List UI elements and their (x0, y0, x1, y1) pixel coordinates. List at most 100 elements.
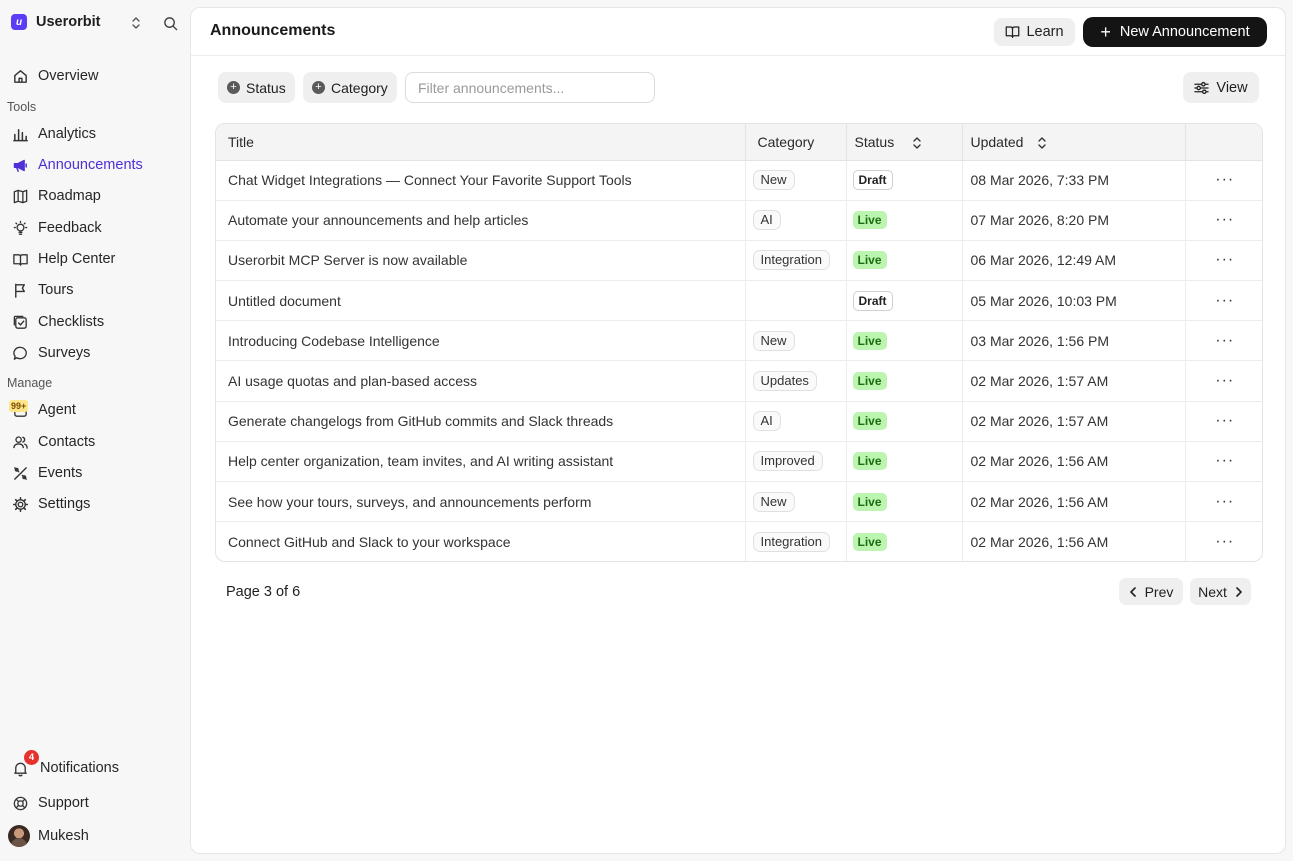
column-header-label: Updated (970, 133, 1024, 150)
row-actions-button[interactable]: ··· (1185, 160, 1262, 201)
title-cell[interactable]: Chat Widget Integrations — Connect Your … (216, 160, 746, 201)
table-row[interactable]: Chat Widget Integrations — Connect Your … (216, 160, 1262, 201)
column-header-status[interactable]: Status (846, 124, 963, 161)
table-row[interactable]: Help center organization, team invites, … (216, 441, 1262, 483)
title-cell[interactable]: Connect GitHub and Slack to your workspa… (216, 521, 746, 561)
lightbulb-icon (11, 219, 29, 237)
sidebar-item-label: Analytics (38, 126, 97, 142)
flag-icon (11, 281, 29, 299)
workspace-name: Userorbit (36, 14, 101, 30)
column-header-title[interactable]: Title (216, 124, 746, 161)
category-cell: New (745, 481, 847, 523)
sidebar-item-overview[interactable]: Overview (11, 64, 183, 88)
title-cell[interactable]: See how your tours, surveys, and announc… (216, 481, 746, 523)
chevron-up-down-icon[interactable] (129, 14, 143, 32)
status-badge: Draft (852, 290, 893, 311)
category-cell: AI (745, 401, 847, 442)
user-menu[interactable]: Mukesh (8, 824, 180, 848)
plus-icon: + (1100, 22, 1111, 42)
sidebar-item-analytics[interactable]: Analytics (11, 122, 183, 146)
sidebar-item-support[interactable]: Support (11, 791, 183, 815)
title-cell[interactable]: Introducing Codebase Intelligence (216, 320, 746, 362)
row-actions-button[interactable]: ··· (1185, 401, 1262, 442)
sidebar-item-help-center[interactable]: Help Center (11, 247, 183, 271)
sliders-icon (1194, 81, 1210, 94)
title-cell[interactable]: Untitled document (216, 280, 746, 322)
megaphone-icon (11, 156, 29, 174)
title-cell[interactable]: Userorbit MCP Server is now available (216, 240, 746, 282)
title-cell[interactable]: Help center organization, team invites, … (216, 441, 746, 483)
row-actions-button[interactable]: ··· (1185, 360, 1262, 402)
table-row[interactable]: AI usage quotas and plan-based access Up… (216, 360, 1262, 402)
row-actions-button[interactable]: ··· (1185, 280, 1262, 322)
new-announcement-label: New Announcement (1119, 24, 1250, 40)
status-cell: Draft (846, 160, 963, 201)
sidebar-item-notifications[interactable]: 4 Notifications (11, 750, 183, 780)
column-header-category[interactable]: Category (745, 124, 847, 161)
bell-icon: 4 (11, 750, 39, 777)
sidebar-item-agent[interactable]: 99+ Agent (9, 398, 183, 422)
sidebar-item-contacts[interactable]: Contacts (11, 430, 183, 454)
row-actions-button[interactable]: ··· (1185, 320, 1262, 362)
category-filter-label: Category (331, 79, 388, 96)
sidebar-item-label: Surveys (38, 345, 91, 361)
column-header-updated[interactable]: Updated (962, 124, 1186, 161)
sidebar-item-label: Feedback (38, 220, 102, 236)
gear-icon (11, 495, 29, 513)
chevron-right-icon (1236, 586, 1242, 597)
sidebar-item-settings[interactable]: Settings (11, 492, 183, 516)
table-row[interactable]: Automate your announcements and help art… (216, 200, 1262, 241)
table-row[interactable]: Generate changelogs from GitHub commits … (216, 401, 1262, 442)
title-cell[interactable]: Automate your announcements and help art… (216, 200, 746, 241)
category-badge: New (752, 170, 795, 191)
table-row[interactable]: Untitled document Draft 05 Mar 2026, 10:… (216, 280, 1262, 322)
new-announcement-button[interactable]: + New Announcement (1083, 17, 1267, 47)
title-cell[interactable]: Generate changelogs from GitHub commits … (216, 401, 746, 442)
sidebar-item-label: Checklists (38, 314, 105, 330)
status-filter-button[interactable]: + Status (218, 72, 295, 103)
category-badge: New (752, 330, 795, 351)
row-actions-button[interactable]: ··· (1185, 200, 1262, 241)
learn-button[interactable]: Learn (994, 18, 1075, 46)
sidebar-item-tours[interactable]: Tours (11, 278, 183, 302)
sidebar: u Userorbit Overview Tools Analytics Ann… (0, 0, 190, 861)
filter-announcements-input[interactable] (405, 72, 655, 103)
table-row[interactable]: See how your tours, surveys, and announc… (216, 481, 1262, 523)
sidebar-item-announcements[interactable]: Announcements (11, 153, 183, 177)
category-cell: Improved (745, 441, 847, 483)
sidebar-item-label: Announcements (38, 157, 143, 173)
prev-page-button[interactable]: Prev (1119, 578, 1183, 605)
category-badge: Updates (752, 371, 817, 392)
sort-icon[interactable] (1037, 136, 1047, 150)
table-row[interactable]: Userorbit MCP Server is now available In… (216, 240, 1262, 282)
page-header: Announcements Learn + New Announcement (191, 8, 1285, 56)
status-cell: Live (846, 240, 963, 282)
workspace-switcher[interactable]: u Userorbit (11, 14, 179, 30)
table-row[interactable]: Introducing Codebase Intelligence New Li… (216, 320, 1262, 362)
status-badge: Live (852, 492, 887, 511)
sidebar-item-surveys[interactable]: Surveys (11, 341, 183, 365)
updated-cell: 07 Mar 2026, 8:20 PM (962, 200, 1186, 241)
sidebar-item-label: Settings (38, 496, 91, 512)
category-filter-button[interactable]: + Category (303, 72, 397, 103)
search-icon[interactable] (161, 14, 179, 32)
sort-icon[interactable] (912, 136, 922, 150)
view-options-button[interactable]: View (1183, 72, 1259, 103)
row-actions-button[interactable]: ··· (1185, 522, 1262, 561)
row-actions-button[interactable]: ··· (1185, 240, 1262, 282)
title-cell[interactable]: AI usage quotas and plan-based access (216, 360, 746, 402)
updated-cell: 02 Mar 2026, 1:56 AM (962, 481, 1186, 523)
sidebar-item-events[interactable]: Events (11, 461, 183, 485)
table-row[interactable]: Connect GitHub and Slack to your workspa… (216, 521, 1262, 561)
status-badge: Live (852, 211, 887, 230)
sidebar-item-checklists[interactable]: Checklists (11, 310, 183, 334)
section-label-manage: Manage (7, 376, 53, 390)
sidebar-item-feedback[interactable]: Feedback (11, 216, 183, 240)
sidebar-item-roadmap[interactable]: Roadmap (11, 184, 183, 208)
updated-cell: 02 Mar 2026, 1:57 AM (962, 401, 1186, 442)
row-actions-button[interactable]: ··· (1185, 441, 1262, 483)
row-actions-button[interactable]: ··· (1185, 481, 1262, 523)
avatar (8, 825, 30, 847)
next-page-button[interactable]: Next (1190, 578, 1251, 605)
pagination-info: Page 3 of 6 (226, 584, 301, 600)
